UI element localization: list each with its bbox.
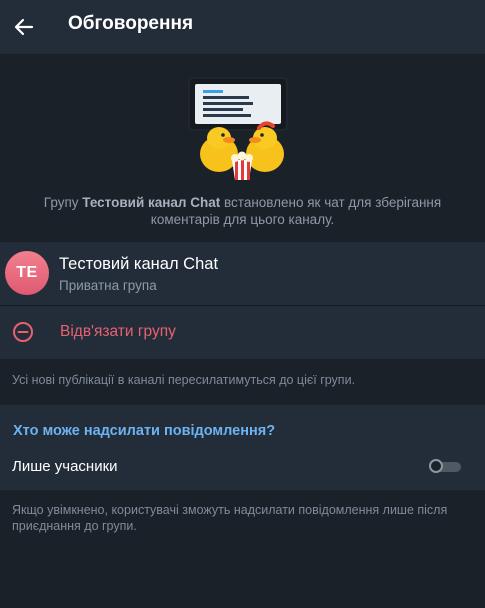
minus-circle-icon bbox=[13, 322, 33, 342]
app-header: Обговорення bbox=[0, 0, 485, 54]
forwarding-hint: Усі нові публікації в каналі пересилатим… bbox=[12, 373, 356, 387]
linked-group-row[interactable]: TE Тестовий канал Chat Приватна група bbox=[0, 242, 485, 305]
discussion-hero: Групу Тестовий канал Chat встановлено як… bbox=[0, 54, 485, 242]
members-only-hint: Якщо увімкнено, користувачі зможуть надс… bbox=[12, 503, 448, 533]
group-type: Приватна група bbox=[59, 278, 157, 293]
group-name-highlight: Тестовий канал Chat bbox=[82, 195, 221, 210]
section-title: Хто може надсилати повідомлення? bbox=[13, 423, 276, 439]
back-button[interactable] bbox=[4, 7, 44, 47]
page-title: Обговорення bbox=[68, 13, 194, 34]
discussion-description: Групу Тестовий канал Chat встановлено як… bbox=[43, 195, 442, 227]
send-permissions-section: Хто може надсилати повідомлення? Лише уч… bbox=[0, 405, 485, 490]
avatar: TE bbox=[5, 251, 49, 295]
toggle-knob bbox=[429, 459, 443, 473]
back-arrow-icon bbox=[14, 18, 34, 36]
members-only-label: Лише учасники bbox=[12, 458, 118, 475]
group-name: Тестовий канал Chat bbox=[59, 255, 219, 273]
members-only-toggle[interactable] bbox=[429, 459, 461, 474]
ducks-with-popcorn-sticker bbox=[188, 77, 288, 180]
unlink-group-button[interactable]: Відв'язати групу bbox=[0, 306, 485, 359]
unlink-group-label: Відв'язати групу bbox=[60, 323, 176, 340]
